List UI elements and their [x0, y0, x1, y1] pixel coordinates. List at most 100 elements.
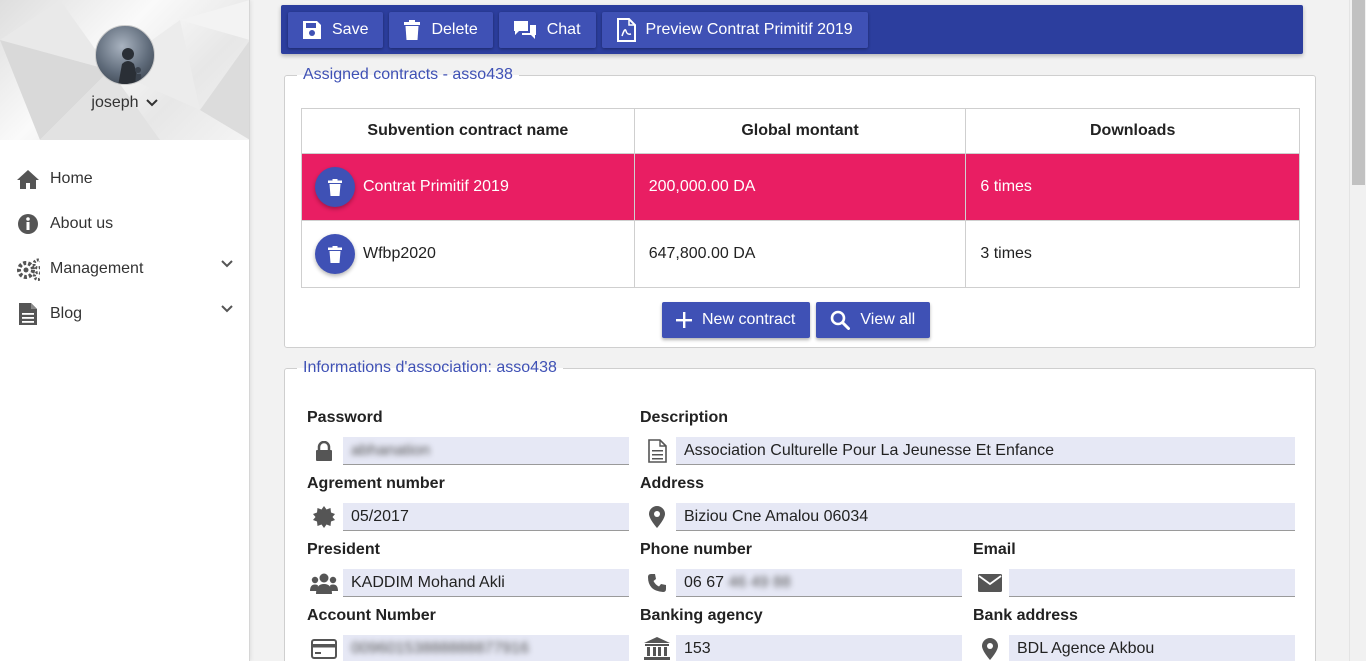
contract-name: Contrat Primitif 2019	[363, 178, 509, 195]
president-field-group: President KADDIM Mohand Akli	[307, 541, 629, 597]
email-label: Email	[973, 541, 1016, 558]
chevron-down-icon	[221, 305, 233, 313]
president-label: President	[307, 541, 380, 558]
email-input[interactable]	[1009, 569, 1295, 597]
preview-contract-button[interactable]: Preview Contrat Primitif 2019	[601, 11, 868, 48]
chevron-down-icon	[145, 99, 158, 107]
password-input[interactable]: abhanation	[343, 437, 629, 465]
chat-icon	[513, 20, 536, 39]
action-toolbar: Save Delete Chat Preview Contrat Primiti…	[281, 5, 1303, 54]
contract-amount: 200,000.00 DA	[633, 153, 967, 221]
description-field-group: Description Association Culturelle Pour …	[640, 409, 1295, 465]
save-label: Save	[332, 20, 369, 38]
contract-name-cell[interactable]: Contrat Primitif 2019	[301, 153, 635, 221]
chevron-down-icon	[221, 260, 233, 268]
sidebar-item-label: Blog	[50, 304, 83, 322]
sidebar-item-label: Home	[50, 169, 93, 187]
floppy-disk-icon	[303, 20, 321, 39]
file-text-icon	[640, 437, 674, 465]
president-input[interactable]: KADDIM Mohand Akli	[343, 569, 629, 597]
account-field-group: Account Number 00960153888888877916	[307, 607, 629, 661]
phone-icon	[640, 569, 674, 597]
sidebar-nav: Home About us Management Blog	[0, 156, 250, 336]
gears-icon	[16, 257, 40, 281]
avatar[interactable]	[95, 25, 155, 85]
table-row[interactable]: Contrat Primitif 2019 200,000.00 DA 6 ti…	[301, 153, 1300, 221]
agency-input[interactable]: 153	[676, 635, 962, 661]
agrement-label: Agrement number	[307, 475, 445, 492]
user-menu-toggle[interactable]: joseph	[0, 94, 249, 112]
table-header-row: Subvention contract name Global montant …	[301, 108, 1300, 154]
column-header-name[interactable]: Subvention contract name	[301, 108, 635, 154]
map-marker-icon	[973, 635, 1007, 661]
home-icon	[16, 167, 40, 191]
agrement-input[interactable]: 05/2017	[343, 503, 629, 531]
contracts-table: Subvention contract name Global montant …	[301, 108, 1300, 288]
trash-icon	[328, 245, 342, 263]
sidebar-item-about[interactable]: About us	[0, 201, 250, 246]
bank-icon	[640, 635, 674, 661]
contract-actions: New contract View all	[662, 302, 931, 338]
pdf-file-icon	[616, 17, 636, 42]
assigned-contracts-panel: Assigned contracts - asso438 Subvention …	[284, 66, 1316, 348]
password-field-group: Password abhanation	[307, 409, 629, 465]
search-icon	[831, 310, 851, 330]
association-info-legend: Informations d'association: asso438	[303, 359, 557, 376]
address-input[interactable]: Biziou Cne Amalou 06034	[676, 503, 1295, 531]
certificate-icon	[307, 503, 341, 531]
preview-label: Preview Contrat Primitif 2019	[645, 20, 853, 38]
envelope-icon	[973, 569, 1007, 597]
agrement-field-group: Agrement number 05/2017	[307, 475, 629, 531]
phone-label: Phone number	[640, 541, 753, 558]
account-label: Account Number	[307, 607, 436, 624]
sidebar-item-management[interactable]: Management	[0, 246, 250, 291]
sidebar-item-blog[interactable]: Blog	[0, 291, 250, 336]
trash-icon	[404, 19, 421, 40]
new-contract-button[interactable]: New contract	[662, 302, 811, 338]
credit-card-icon	[307, 635, 341, 661]
password-value: abhanation	[351, 441, 431, 459]
info-icon	[16, 212, 40, 236]
contract-amount: 647,800.00 DA	[633, 220, 967, 288]
scrollbar-thumb[interactable]	[1352, 0, 1365, 185]
table-row[interactable]: Wfbp2020 647,800.00 DA 3 times	[301, 220, 1300, 288]
bank-address-label: Bank address	[973, 607, 1078, 624]
email-field-group: Email	[973, 541, 1295, 597]
address-field-group: Address Biziou Cne Amalou 06034	[640, 475, 1295, 531]
delete-contract-button[interactable]	[315, 234, 355, 274]
page-scrollbar[interactable]	[1349, 0, 1366, 661]
account-input[interactable]: 00960153888888877916	[343, 635, 629, 661]
sidebar-header: joseph	[0, 0, 249, 140]
plus-icon	[676, 312, 692, 328]
view-all-button[interactable]: View all	[816, 302, 931, 338]
delete-contract-button[interactable]	[315, 167, 355, 207]
trash-icon	[328, 178, 342, 196]
delete-button[interactable]: Delete	[389, 11, 493, 48]
delete-label: Delete	[431, 20, 478, 38]
users-icon	[307, 569, 341, 597]
sidebar: joseph Home About us Management Blog	[0, 0, 250, 661]
sidebar-item-home[interactable]: Home	[0, 156, 250, 201]
chat-button[interactable]: Chat	[498, 11, 596, 48]
save-button[interactable]: Save	[288, 11, 384, 48]
account-value: 00960153888888877916	[351, 639, 529, 657]
contract-downloads: 6 times	[965, 153, 1300, 221]
sidebar-item-label: Management	[50, 259, 144, 277]
map-marker-icon	[640, 503, 674, 531]
bank-address-input[interactable]: BDL Agence Akbou	[1009, 635, 1295, 661]
phone-input[interactable]: 06 67 46 49 88	[676, 569, 962, 597]
password-label: Password	[307, 409, 383, 426]
description-input[interactable]: Association Culturelle Pour La Jeunesse …	[676, 437, 1295, 465]
contract-name-cell[interactable]: Wfbp2020	[301, 220, 635, 288]
association-info-panel: Informations d'association: asso438 Pass…	[284, 359, 1316, 661]
phone-hidden-value: 46 49 88	[728, 573, 791, 591]
assigned-contracts-legend: Assigned contracts - asso438	[303, 66, 513, 83]
chat-label: Chat	[546, 20, 581, 38]
description-label: Description	[640, 409, 729, 426]
phone-field-group: Phone number 06 67 46 49 88	[640, 541, 962, 597]
column-header-amount[interactable]: Global montant	[633, 108, 967, 154]
new-contract-label: New contract	[702, 311, 796, 328]
sidebar-item-label: About us	[50, 214, 114, 232]
column-header-downloads[interactable]: Downloads	[965, 108, 1300, 154]
contract-name: Wfbp2020	[363, 245, 436, 262]
